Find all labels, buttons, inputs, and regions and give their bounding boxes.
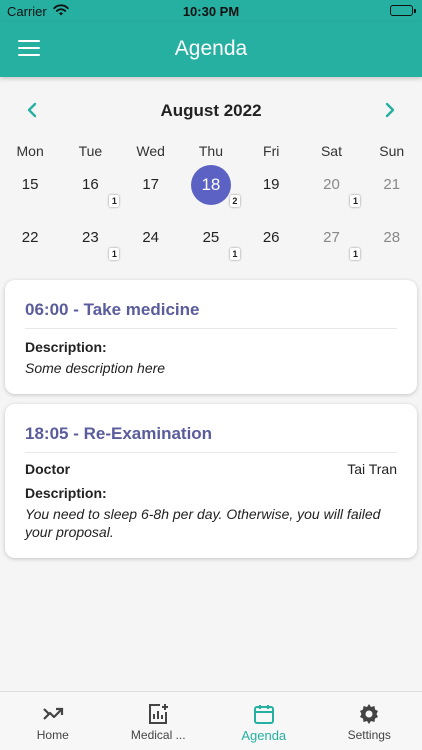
calendar-day[interactable]: 19 bbox=[241, 165, 301, 207]
nav-label: Agenda bbox=[241, 728, 287, 743]
weekday-label: Thu bbox=[198, 143, 223, 159]
nav-label: Settings bbox=[347, 728, 391, 742]
battery-icon bbox=[390, 5, 416, 16]
event-count-badge: 1 bbox=[109, 248, 120, 260]
day-number: 18 bbox=[190, 165, 231, 205]
weekday-label: Tue bbox=[78, 143, 103, 159]
event-count-badge: 1 bbox=[350, 195, 361, 207]
calendar-month: August 2022 bbox=[160, 101, 262, 120]
event-description-label: Description: bbox=[25, 485, 107, 501]
calendar-icon bbox=[252, 702, 276, 726]
trending-icon bbox=[41, 702, 65, 726]
nav-agenda[interactable]: Agenda bbox=[211, 692, 317, 750]
calendar-day[interactable]: 15 bbox=[0, 165, 60, 207]
calendar-day[interactable]: 27 1 bbox=[301, 218, 361, 260]
event-title: 06:00 - Take medicine bbox=[25, 280, 397, 329]
calendar-day[interactable]: 20 1 bbox=[301, 165, 361, 207]
nav-label: Home bbox=[36, 728, 69, 742]
event-title: 18:05 - Re-Examination bbox=[25, 404, 397, 453]
nav-medical[interactable]: Medical ... bbox=[106, 692, 212, 750]
day-number: 25 bbox=[202, 229, 220, 246]
event-card[interactable]: 06:00 - Take medicine Description: Some … bbox=[5, 280, 417, 394]
gear-icon bbox=[357, 702, 381, 726]
app-bar: Agenda bbox=[0, 22, 422, 77]
day-number: 15 bbox=[21, 176, 39, 193]
page-title: Agenda bbox=[174, 37, 248, 60]
event-card[interactable]: 18:05 - Re-Examination Doctor Tai Tran D… bbox=[5, 404, 417, 558]
day-number: 28 bbox=[383, 229, 401, 246]
event-description: You need to sleep 6-8h per day. Otherwis… bbox=[25, 506, 381, 540]
day-number: 21 bbox=[383, 176, 401, 193]
weekday-label: Mon bbox=[16, 143, 44, 159]
day-number: 26 bbox=[262, 229, 280, 246]
calendar-day[interactable]: 26 bbox=[241, 218, 301, 260]
event-description: Some description here bbox=[25, 360, 166, 376]
calendar-day[interactable]: 17 bbox=[121, 165, 181, 207]
event-count-badge: 1 bbox=[109, 195, 120, 207]
calendar-week: 15 16 1 17 18 2 19 20 1 21 bbox=[0, 165, 422, 207]
calendar-day[interactable]: 24 bbox=[121, 218, 181, 260]
bottom-nav: Home Medical ... Agenda Settings bbox=[0, 691, 422, 750]
doctor-name: Tai Tran bbox=[347, 461, 397, 477]
calendar-day[interactable]: 22 bbox=[0, 218, 60, 260]
status-bar: Carrier 10:30 PM bbox=[0, 0, 422, 22]
status-time: 10:30 PM bbox=[182, 4, 240, 19]
calendar-week: 22 23 1 24 25 1 26 27 1 28 bbox=[0, 218, 422, 260]
nav-home[interactable]: Home bbox=[0, 692, 106, 750]
calendar-header: August 2022 bbox=[0, 95, 422, 125]
calendar-day[interactable]: 21 bbox=[362, 165, 422, 207]
weekday-label: Sun bbox=[379, 143, 405, 159]
weekday-label: Wed bbox=[136, 143, 165, 159]
day-number: 20 bbox=[323, 176, 340, 193]
calendar-day[interactable]: 25 1 bbox=[181, 218, 241, 260]
day-number: 24 bbox=[142, 229, 159, 246]
weekday-label: Fri bbox=[263, 143, 280, 159]
weekday-row: Mon Tue Wed Thu Fri Sat Sun bbox=[0, 143, 422, 159]
nav-label: Medical ... bbox=[130, 728, 186, 742]
chevron-right-icon bbox=[385, 102, 395, 118]
event-count-badge: 1 bbox=[350, 248, 361, 260]
day-number: 19 bbox=[262, 176, 280, 193]
nav-settings[interactable]: Settings bbox=[317, 692, 422, 750]
event-description-label: Description: bbox=[25, 339, 107, 355]
calendar-day-selected[interactable]: 18 2 bbox=[181, 165, 241, 207]
calendar-day[interactable]: 28 bbox=[362, 218, 422, 260]
next-month-button[interactable] bbox=[378, 98, 402, 122]
event-count-badge: 1 bbox=[229, 248, 240, 260]
calendar-day[interactable]: 23 1 bbox=[60, 218, 120, 260]
weekday-label: Sat bbox=[320, 143, 342, 159]
day-number: 22 bbox=[21, 229, 39, 246]
calendar-day[interactable]: 16 1 bbox=[60, 165, 120, 207]
doctor-label: Doctor bbox=[25, 461, 71, 477]
day-number: 27 bbox=[323, 229, 340, 246]
event-doctor-row: Doctor Tai Tran bbox=[25, 461, 397, 477]
medical-chart-icon bbox=[146, 702, 170, 726]
day-number: 23 bbox=[82, 229, 99, 246]
day-number: 17 bbox=[142, 176, 159, 193]
day-number: 16 bbox=[82, 176, 99, 193]
event-count-badge: 2 bbox=[229, 195, 240, 207]
